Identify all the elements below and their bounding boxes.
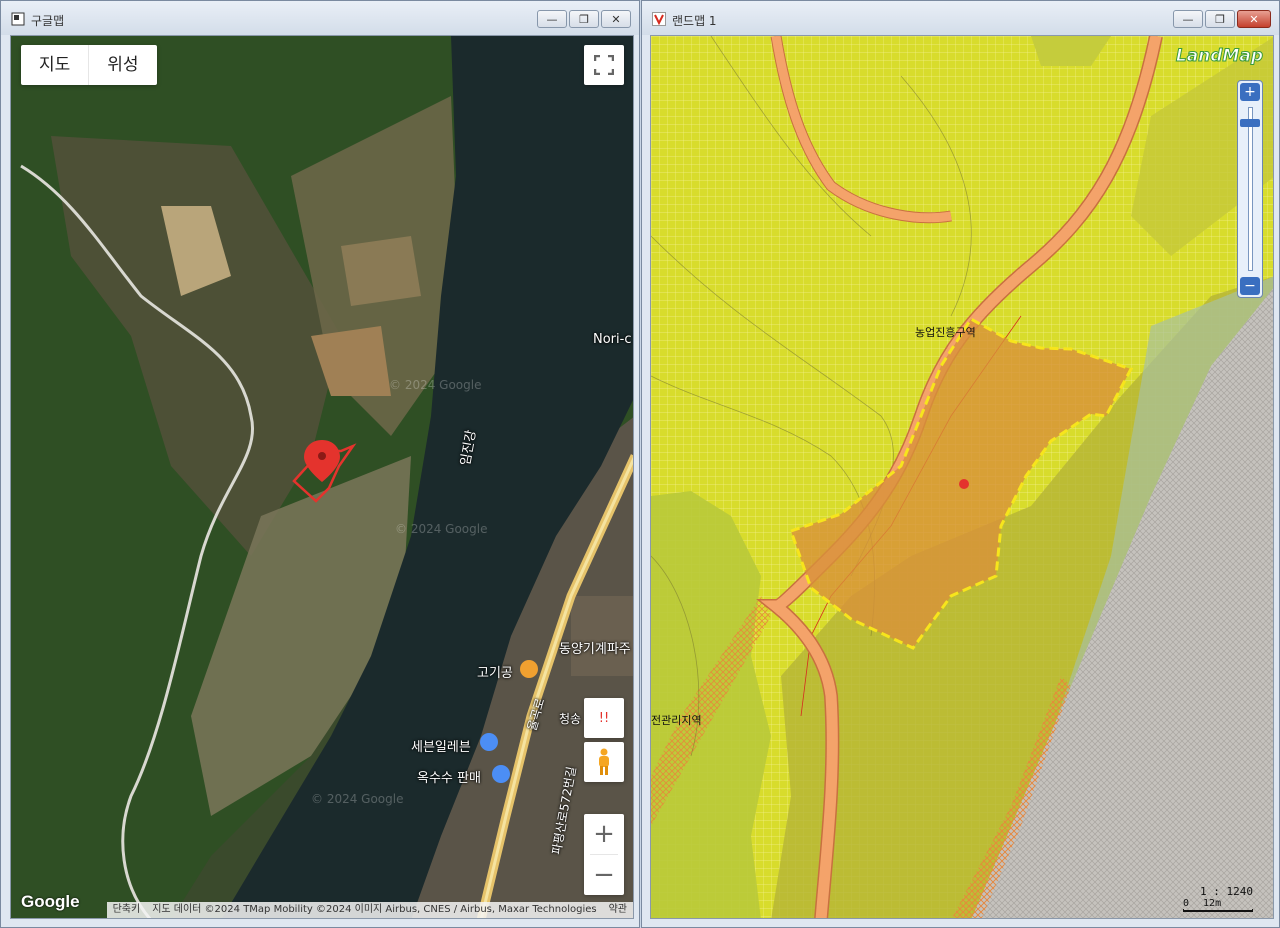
scale-distance: 12m [1203,898,1222,909]
map-type-toggle: 지도 위성 [21,45,157,85]
restore-icon: ❐ [1215,12,1225,26]
satellite-map[interactable]: 지도 위성 임진강 Nori-c 동양기계파주 고기공 청송 세븐일레븐 옥수수… [10,35,634,919]
minimize-button[interactable]: — [537,10,567,28]
poi-nori: Nori-c [593,332,632,347]
google-map-window: 구글맵 — ❐ ✕ 지도 위성 임진강 Nori-c 동양기계파주 고기공 청송… [0,0,640,928]
restore-button[interactable]: ❐ [1205,10,1235,28]
poi-dongyang: 동양기계파주 [559,642,631,657]
landmap-window: 랜드맵 1 — ❐ ✕ 농업진흥구역 전관리지역 LandMap + − 1:… [641,0,1280,928]
landuse-map[interactable]: 농업진흥구역 전관리지역 LandMap + − 1 : 1240 0 12m [650,35,1274,919]
close-icon: ✕ [611,12,621,26]
terms-link[interactable]: 약관 [603,902,633,918]
window-title: 랜드맵 1 [672,14,717,28]
scale-line [1183,909,1253,912]
landmap-app-icon [652,12,666,26]
poi-cheongsong: 청송 [559,712,582,726]
scale-ratio: 1 : 1240 [1200,885,1253,898]
poi-gogigong: 고기공 [477,666,513,681]
landmap-logo: LandMap [1175,46,1263,67]
zoom-in-icon[interactable]: + [1240,83,1260,101]
map-data-text: 지도 데이터 ©2024 TMap Mobility ©2024 이미지 Air… [152,904,597,915]
watermark: © 2024 Google [389,378,482,392]
zoom-out-icon[interactable]: − [1240,277,1260,295]
street-view-button[interactable] [584,742,624,782]
map-type-satellite[interactable]: 위성 [88,45,156,85]
zoom-track[interactable] [1248,107,1253,271]
zoom-slider[interactable]: + − [1237,80,1263,298]
restore-icon: ❐ [579,12,589,26]
pegman-icon [599,748,609,775]
titlebar[interactable]: 구글맵 — ❐ ✕ [1,1,639,35]
minimize-icon: — [1182,12,1194,26]
zone-label-agri: 농업진흥구역 [915,326,976,339]
window-title: 구글맵 [31,14,65,28]
map-type-map[interactable]: 지도 [21,45,88,85]
scale-start: 0 [1183,898,1190,909]
zoom-out-button[interactable]: − [593,855,615,895]
zone-label-mgmt: 전관리지역 [651,714,702,727]
watermark: © 2024 Google [311,792,404,806]
satellite-imagery [11,36,633,918]
fullscreen-button[interactable] [584,45,624,85]
landuse-layers [651,36,1273,918]
attribution-bar: 단축키 지도 데이터 ©2024 TMap Mobility ©2024 이미지… [106,902,633,918]
zoom-in-button[interactable]: + [593,814,615,854]
shortcuts-link[interactable]: 단축키 [107,902,147,918]
scale-bar: 1 : 1240 0 12m [1183,885,1253,912]
app-icon [11,12,25,26]
minimize-button[interactable]: — [1173,10,1203,28]
titlebar[interactable]: 랜드맵 1 — ❐ ✕ [642,1,1279,35]
poi-oksusu: 옥수수 판매 [417,771,481,786]
minimize-icon: — [546,12,558,26]
alert-button[interactable]: !! [584,698,624,738]
close-button[interactable]: ✕ [601,10,631,28]
zoom-handle[interactable] [1240,119,1260,127]
parcel-center-marker[interactable] [959,479,969,489]
google-logo: Google [21,892,80,911]
restore-button[interactable]: ❐ [569,10,599,28]
close-button[interactable]: ✕ [1237,10,1271,28]
poi-seven-eleven: 세븐일레븐 [411,740,471,755]
close-icon: ✕ [1249,12,1259,26]
zoom-control: + − [584,814,624,895]
watermark: © 2024 Google [395,522,488,536]
fullscreen-icon [594,55,614,75]
